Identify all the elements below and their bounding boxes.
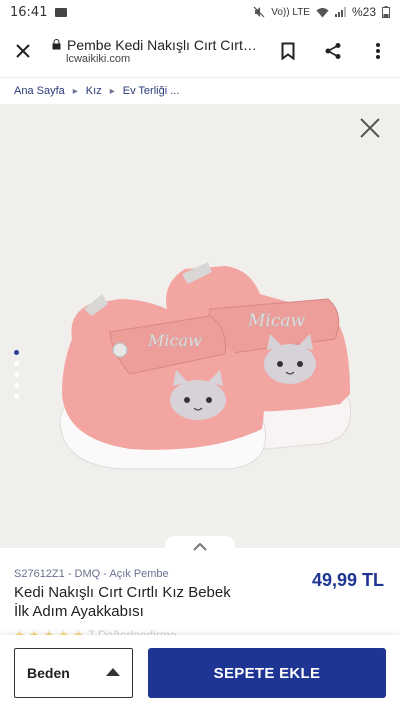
size-select-label: Beden bbox=[27, 665, 70, 681]
lock-icon bbox=[52, 39, 61, 50]
expand-details-button[interactable] bbox=[165, 536, 235, 558]
chevron-right-icon: ▸ bbox=[72, 85, 78, 97]
breadcrumb-home[interactable]: Ana Sayfa bbox=[14, 85, 65, 97]
share-icon bbox=[325, 42, 340, 59]
page-title: Pembe Kedi Nakışlı Cırt Cırtlı... bbox=[67, 36, 257, 53]
size-select[interactable]: Beden bbox=[14, 648, 133, 698]
folder-icon bbox=[55, 7, 68, 17]
breadcrumb-kiz[interactable]: Kız bbox=[86, 85, 102, 97]
shoe-text: Micaw bbox=[247, 311, 306, 331]
share-button[interactable] bbox=[310, 31, 355, 71]
pagination-dot[interactable] bbox=[14, 394, 19, 399]
status-icons: Vo)) LTE %23 bbox=[253, 5, 390, 19]
chevron-up-icon bbox=[193, 543, 207, 551]
bookmark-button[interactable] bbox=[265, 31, 310, 71]
caret-up-icon bbox=[106, 668, 120, 676]
product-image-gallery[interactable]: Micaw Micaw bbox=[0, 104, 400, 548]
status-time: 16:41 bbox=[10, 4, 48, 20]
signal-icon bbox=[334, 7, 346, 17]
product-info: S27612Z1 - DMQ - Açık Pembe Kedi Nakışlı… bbox=[0, 560, 400, 642]
product-name: Kedi Nakışlı Cırt Cırtlı Kız Bebek İlk A… bbox=[14, 584, 231, 620]
pagination-dot[interactable] bbox=[14, 383, 19, 388]
mute-icon bbox=[253, 6, 265, 18]
battery-level: %23 bbox=[351, 5, 376, 19]
add-to-cart-button[interactable]: SEPETE EKLE bbox=[148, 648, 386, 698]
breadcrumb: Ana Sayfa ▸ Kız ▸ Ev Terliği ... bbox=[0, 78, 400, 104]
chevron-right-icon: ▸ bbox=[109, 85, 115, 97]
product-price: 49,99 TL bbox=[311, 570, 384, 590]
bookmark-icon bbox=[281, 42, 294, 60]
pagination-dot[interactable] bbox=[14, 372, 19, 377]
breadcrumb-category[interactable]: Ev Terliği ... bbox=[123, 85, 180, 97]
page-url: lcwaikiki.com bbox=[66, 52, 131, 65]
close-icon bbox=[16, 43, 30, 58]
wifi-icon bbox=[316, 7, 329, 17]
pagination-dot[interactable] bbox=[14, 361, 19, 366]
menu-button[interactable] bbox=[355, 31, 400, 71]
network-label: Vo)) LTE bbox=[271, 6, 310, 18]
close-image-button[interactable] bbox=[358, 116, 382, 140]
bottom-action-bar: Beden SEPETE EKLE bbox=[0, 635, 400, 711]
close-icon bbox=[360, 118, 380, 138]
browser-toolbar: Pembe Kedi Nakışlı Cırt Cırtlı... lcwaik… bbox=[0, 24, 400, 78]
shoe-text: Micaw bbox=[147, 331, 202, 350]
status-bar: 16:41 Vo)) LTE %23 bbox=[0, 0, 400, 24]
image-pagination bbox=[14, 350, 19, 399]
close-tab-button[interactable] bbox=[0, 43, 46, 59]
product-image: Micaw Micaw bbox=[59, 262, 352, 470]
address-area[interactable]: Pembe Kedi Nakışlı Cırt Cırtlı... lcwaik… bbox=[46, 37, 265, 65]
more-vert-icon bbox=[375, 42, 380, 59]
pagination-dot-active[interactable] bbox=[14, 350, 19, 355]
battery-icon bbox=[382, 6, 390, 18]
